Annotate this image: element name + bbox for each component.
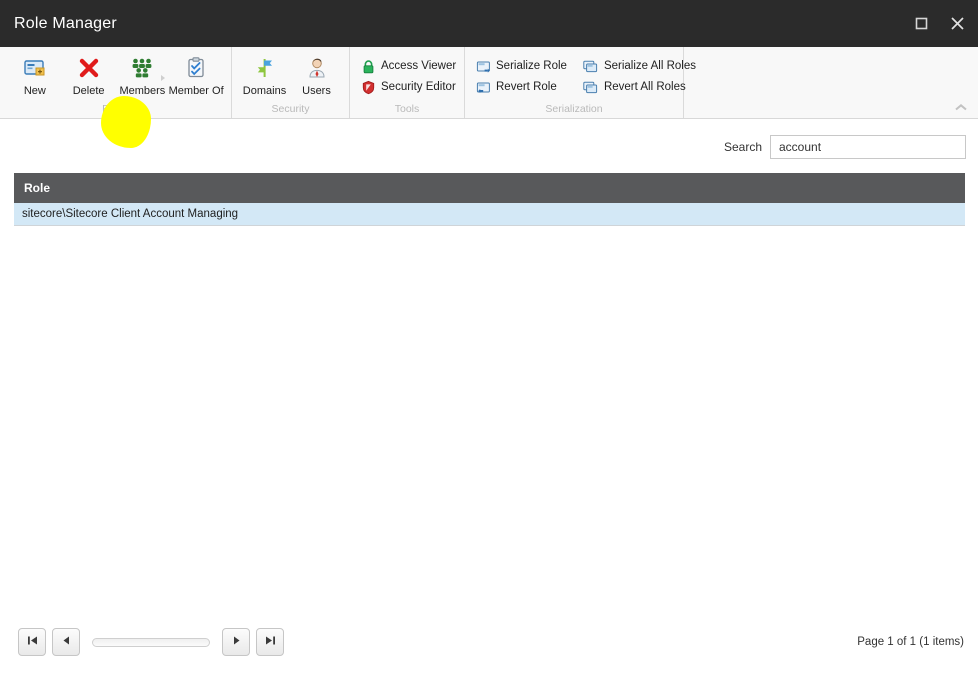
roles-table: Role sitecore\Sitecore Client Account Ma… (14, 173, 965, 226)
ribbon-group-security: Domains Users Security (232, 47, 350, 118)
delete-icon (76, 55, 102, 81)
ribbon-button-members[interactable]: Members (116, 53, 170, 98)
domains-icon (252, 55, 278, 81)
ribbon-collapse-button[interactable] (952, 100, 970, 116)
new-role-icon (22, 55, 48, 81)
ribbon-button-security-editor[interactable]: Security Editor (358, 78, 462, 96)
ribbon-button-member-of-label: Member Of (168, 85, 224, 97)
role-manager-window: Role Manager New Delete Members Member O… (0, 0, 978, 674)
ribbon-button-members-label: Members (119, 85, 166, 97)
table-column-role[interactable]: Role (14, 173, 965, 203)
users-icon (304, 55, 330, 81)
close-button[interactable] (944, 11, 970, 37)
first-page-icon (26, 633, 39, 651)
ribbon-button-users[interactable]: Users (291, 53, 343, 98)
members-icon (129, 55, 155, 81)
previous-page-icon (61, 633, 72, 651)
search-bar: Search (0, 119, 978, 159)
ribbon-button-revert-all-roles-label: Revert All Roles (603, 81, 686, 93)
serialize-all-icon (583, 58, 599, 74)
ribbon-button-new[interactable]: New (8, 53, 62, 98)
revert-icon (475, 79, 491, 95)
ribbon-button-delete[interactable]: Delete (62, 53, 116, 98)
content-area: Search Role sitecore\Sitecore Client Acc… (0, 119, 978, 674)
ribbon-empty-area (684, 47, 978, 118)
previous-page-button[interactable] (52, 628, 80, 656)
ribbon-group-serialization: Serialize Role Revert Role Serialize All… (465, 47, 696, 118)
next-page-button[interactable] (222, 628, 250, 656)
ribbon-group-roles: New Delete Members Member Of Roles (0, 47, 232, 118)
window-controls (908, 0, 970, 47)
ribbon-button-serialize-role[interactable]: Serialize Role (473, 57, 573, 75)
pagination-status: Page 1 of 1 (1 items) (857, 636, 964, 648)
shield-icon (360, 79, 376, 95)
page-slider[interactable] (92, 637, 210, 647)
window-title: Role Manager (14, 14, 117, 32)
ribbon-button-delete-label: Delete (72, 85, 105, 97)
maximize-button[interactable] (908, 11, 934, 37)
search-label: Search (723, 140, 762, 154)
table-header-row: Role (14, 173, 965, 203)
ribbon-group-security-label: Security (271, 103, 310, 115)
search-input[interactable] (770, 135, 966, 159)
member-of-icon (183, 55, 209, 81)
ribbon-button-domains[interactable]: Domains (239, 53, 291, 98)
maximize-icon (915, 17, 928, 30)
ribbon-group-serialization-label: Serialization (545, 103, 603, 115)
ribbon-button-revert-role-label: Revert Role (496, 81, 557, 93)
ribbon-group-roles-label: Roles (102, 103, 129, 115)
table-row[interactable]: sitecore\Sitecore Client Account Managin… (14, 203, 965, 225)
chevron-up-icon (954, 99, 968, 117)
ribbon-button-access-viewer-label: Access Viewer (381, 60, 457, 72)
close-icon (950, 16, 965, 31)
ribbon-button-serialize-role-label: Serialize Role (496, 60, 567, 72)
revert-all-icon (583, 79, 599, 95)
pagination-bar: Page 1 of 1 (1 items) (0, 626, 978, 658)
chevron-down-icon[interactable] (161, 75, 166, 81)
next-page-icon (231, 633, 242, 651)
ribbon-button-serialize-all-roles-label: Serialize All Roles (603, 60, 696, 72)
ribbon-button-member-of[interactable]: Member Of (168, 53, 224, 98)
ribbon-button-domains-label: Domains (242, 85, 287, 97)
ribbon-toolbar: New Delete Members Member Of Roles Domai… (0, 47, 978, 148)
ribbon-button-new-label: New (23, 85, 46, 97)
first-page-button[interactable] (18, 628, 46, 656)
ribbon-button-access-viewer[interactable]: Access Viewer (358, 57, 462, 75)
ribbon-group-tools: Access Viewer Security Editor Tools (350, 47, 465, 118)
ribbon-button-users-label: Users (302, 85, 331, 97)
ribbon-button-revert-role[interactable]: Revert Role (473, 78, 573, 96)
titlebar: Role Manager (0, 0, 978, 47)
ribbon-group-tools-label: Tools (394, 103, 420, 115)
serialize-icon (475, 58, 491, 74)
lock-icon (360, 58, 376, 74)
last-page-button[interactable] (256, 628, 284, 656)
ribbon-button-security-editor-label: Security Editor (381, 81, 456, 93)
last-page-icon (264, 633, 277, 651)
table-cell-role: sitecore\Sitecore Client Account Managin… (22, 207, 239, 220)
